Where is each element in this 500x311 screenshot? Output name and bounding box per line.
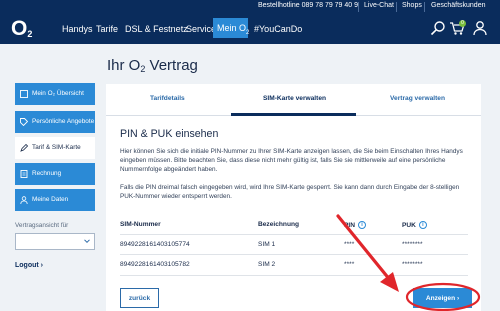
- sidebar-item-invoice[interactable]: Rechnung: [15, 163, 95, 185]
- user-icon[interactable]: [472, 20, 488, 36]
- top-utility-bar: Bestellhotline 089 78 79 79 40 9 Live-Ch…: [0, 0, 500, 14]
- table-cell-puk: ********: [402, 261, 423, 268]
- show-pin-puk-button[interactable]: Anzeigen ›: [413, 288, 472, 308]
- nav-item-mein-o2-active[interactable]: Mein O2: [213, 18, 249, 38]
- divider: [358, 2, 359, 12]
- hotline-link[interactable]: Bestellhotline 089 78 79 79 40 9: [258, 2, 358, 9]
- invoice-icon: [20, 170, 28, 178]
- table-cell-sim: 8949228161403105782: [120, 261, 190, 268]
- pin-info-icon[interactable]: i: [358, 221, 366, 229]
- back-button[interactable]: zurück: [120, 288, 159, 308]
- sidebar-item-my-data[interactable]: Meine Daten: [15, 189, 95, 211]
- puk-info-icon[interactable]: i: [418, 221, 427, 229]
- tag-icon: [20, 118, 28, 126]
- col-header-pin: PIN i: [344, 221, 366, 229]
- table-cell-sim: 8949228161403105774: [120, 241, 190, 248]
- home-icon: [20, 90, 28, 98]
- logout-link[interactable]: Logout ›: [15, 262, 43, 269]
- divider: [120, 254, 468, 255]
- chevron-right-icon: ›: [40, 262, 44, 269]
- page-title: Ihr O2 Vertrag: [107, 57, 198, 74]
- business-link[interactable]: Geschäftskunden: [431, 2, 485, 9]
- nav-item-service[interactable]: Service: [186, 24, 216, 34]
- tab-contract[interactable]: Vertrag verwalten: [390, 95, 445, 102]
- table-cell-puk: ********: [402, 241, 423, 248]
- active-tab-indicator: [231, 113, 356, 116]
- o2-logo[interactable]: O2: [11, 17, 32, 41]
- divider: [120, 275, 468, 276]
- intro-paragraph: Hier können Sie sich die initiale PIN-Nu…: [120, 148, 463, 173]
- nav-item-youcando[interactable]: #YouCanDo: [254, 24, 302, 34]
- sidebar-item-offers[interactable]: Persönliche Angebote: [15, 111, 95, 133]
- lock-paragraph: Falls die PIN dreimal falsch eingegeben …: [120, 184, 460, 200]
- search-icon[interactable]: [430, 20, 446, 36]
- section-heading: PIN & PUK einsehen: [120, 128, 219, 140]
- col-header-name: Bezeichnung: [258, 221, 300, 228]
- sidebar-item-tariff-sim[interactable]: Tarif & SIM-Karte: [15, 137, 95, 159]
- contract-view-label: Vertragsansicht für: [15, 222, 69, 229]
- nav-item-dsl[interactable]: DSL & Festnetz: [125, 24, 188, 34]
- col-header-sim: SIM-Nummer: [120, 221, 161, 228]
- table-cell-pin: ****: [344, 261, 355, 268]
- main-nav: O2 Handys Tarife DSL & Festnetz Service …: [0, 14, 500, 44]
- nav-item-tarife[interactable]: Tarife: [96, 24, 118, 34]
- chevron-down-icon: [84, 239, 90, 244]
- live-chat-link[interactable]: Live-Chat: [364, 2, 394, 9]
- nav-item-handys[interactable]: Handys: [62, 24, 93, 34]
- table-cell-name: SIM 2: [258, 261, 276, 268]
- table-cell-pin: ****: [344, 241, 355, 248]
- table-cell-name: SIM 1: [258, 241, 276, 248]
- main-panel: Tarifdetails SIM-Karte verwalten Vertrag…: [106, 84, 481, 311]
- tab-tariff-details[interactable]: Tarifdetails: [150, 95, 185, 102]
- divider: [120, 234, 468, 235]
- contract-view-select[interactable]: [15, 233, 95, 250]
- sidebar-item-overview[interactable]: Mein O₂ Übersicht: [15, 83, 95, 105]
- chevron-right-icon: ›: [456, 294, 460, 302]
- cart-count-badge: 0: [459, 20, 466, 27]
- divider: [396, 2, 397, 12]
- pencil-icon: [20, 144, 28, 152]
- col-header-puk: PUK i: [402, 221, 427, 229]
- divider: [424, 2, 425, 12]
- shops-link[interactable]: Shops: [402, 2, 422, 9]
- person-icon: [20, 196, 28, 204]
- tab-sim-card[interactable]: SIM-Karte verwalten: [263, 95, 326, 102]
